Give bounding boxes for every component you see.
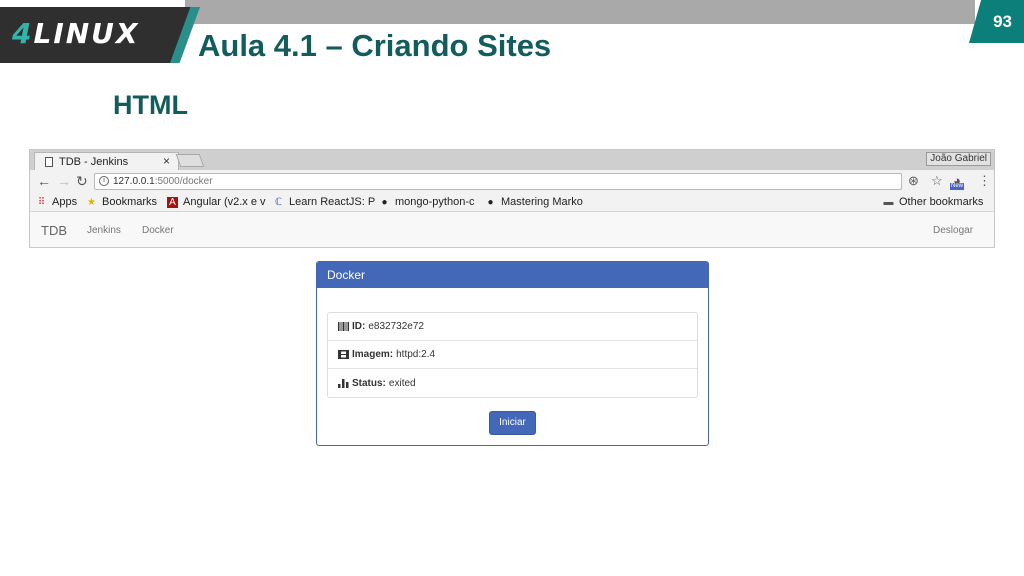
bookmark-learn-react[interactable]: ℂ Learn ReactJS: P bbox=[273, 195, 375, 209]
menu-kebab-icon[interactable]: ⋮ bbox=[978, 173, 991, 189]
url-host: 127.0.0.1 bbox=[113, 176, 155, 187]
back-arrow-icon[interactable]: ← bbox=[37, 172, 51, 190]
bookmark-apps[interactable]: ⠿ Apps bbox=[36, 195, 77, 209]
bookmark-other-bookmarks[interactable]: ▬ Other bookmarks bbox=[883, 195, 984, 209]
image-value: httpd:2.4 bbox=[396, 349, 436, 360]
reload-icon[interactable]: ↻ bbox=[76, 172, 88, 190]
tab-strip: TDB - Jenkins × João Gabriel bbox=[30, 150, 994, 170]
star-icon: ★ bbox=[87, 196, 96, 208]
profile-button[interactable]: João Gabriel bbox=[926, 152, 991, 166]
close-icon[interactable]: × bbox=[163, 154, 170, 168]
github-icon: ● bbox=[487, 196, 494, 208]
star-bookmark-icon[interactable]: ☆ bbox=[931, 173, 943, 189]
bookmark-mastering-markdown[interactable]: ● Mastering Marko bbox=[485, 195, 582, 209]
bookmarks-bar: ⠿ Apps ★ Bookmarks A Angular (v2.x e v ℂ Lea… bbox=[30, 192, 994, 212]
bookmark-angular[interactable]: A Angular (v2.x e v bbox=[167, 195, 266, 209]
browser-window: TDB - Jenkins × João Gabriel ← → ↻ i 127… bbox=[29, 149, 995, 248]
folder-icon: ▬ bbox=[883, 196, 894, 208]
bookmark-bookmarks[interactable]: ★ Bookmarks bbox=[86, 195, 157, 209]
new-tab-button[interactable] bbox=[175, 154, 205, 167]
image-label: Imagem: bbox=[352, 349, 394, 360]
bookmark-mongo-python[interactable]: ● mongo-python-c bbox=[379, 195, 474, 209]
nav-link-docker[interactable]: Docker bbox=[142, 225, 174, 236]
github-icon: ● bbox=[381, 196, 388, 208]
document-icon bbox=[45, 156, 53, 167]
barcode-icon bbox=[338, 322, 349, 331]
course-icon: ℂ bbox=[275, 196, 282, 208]
info-icon[interactable]: i bbox=[99, 176, 109, 186]
slide-title: Aula 4.1 – Criando Sites bbox=[198, 28, 552, 63]
bar-chart-icon bbox=[338, 378, 349, 388]
browser-tab[interactable]: TDB - Jenkins × bbox=[34, 152, 179, 170]
id-value: e832732e72 bbox=[368, 321, 424, 332]
list-item-image: Imagem: httpd:2.4 bbox=[328, 341, 697, 369]
angular-icon: A bbox=[167, 196, 178, 208]
app-navbar: TDB Jenkins Docker Deslogar bbox=[30, 212, 994, 247]
film-icon bbox=[338, 350, 349, 359]
nav-link-jenkins[interactable]: Jenkins bbox=[87, 225, 121, 236]
status-value: exited bbox=[388, 377, 416, 389]
page-number: 93 bbox=[969, 0, 1024, 43]
logout-link[interactable]: Deslogar bbox=[933, 225, 973, 236]
navbar-brand[interactable]: TDB bbox=[41, 223, 67, 238]
start-button[interactable]: Iniciar bbox=[489, 411, 536, 435]
list-item-status: Status: exited bbox=[328, 369, 697, 397]
address-bar[interactable]: i 127.0.0.1:5000/docker bbox=[94, 173, 902, 190]
id-label: ID: bbox=[352, 321, 366, 332]
tab-title: TDB - Jenkins bbox=[59, 155, 129, 168]
panel-heading: Docker bbox=[317, 262, 708, 288]
extension-icon[interactable]: ⊛ bbox=[908, 173, 919, 189]
status-label: Status: bbox=[352, 377, 386, 389]
4linux-logo: 4LINUX bbox=[12, 17, 140, 50]
slide-subtitle: HTML bbox=[113, 90, 188, 120]
slide-top-band bbox=[185, 0, 975, 24]
new-badge: New bbox=[950, 183, 965, 190]
forward-arrow-icon[interactable]: → bbox=[57, 172, 71, 190]
list-item-id: ID: e832732e72 bbox=[328, 313, 697, 341]
apps-grid-icon: ⠿ bbox=[37, 196, 46, 208]
browser-toolbar: ← → ↻ i 127.0.0.1:5000/docker ⊛ ☆ ◕ New … bbox=[30, 170, 994, 192]
container-info-list: ID: e832732e72 Imagem: httpd:2.4 Status:… bbox=[327, 312, 698, 398]
url-path: :5000/docker bbox=[154, 176, 213, 187]
docker-panel: Docker ID: e832732e72 Imagem: httpd:2.4 bbox=[316, 261, 709, 446]
